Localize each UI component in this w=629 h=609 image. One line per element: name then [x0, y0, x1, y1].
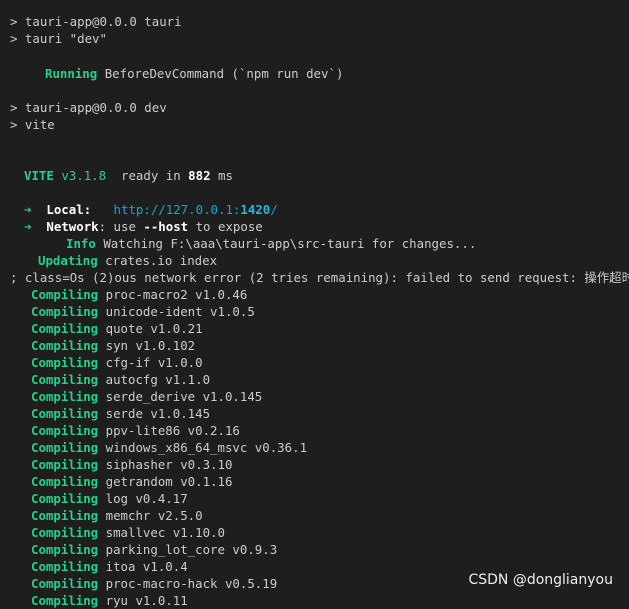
vite-ready-text: ready in — [121, 168, 181, 183]
updating-keyword: Updating — [38, 253, 98, 268]
vite-name: VITE — [24, 168, 54, 183]
compile-row: Compiling getrandom v0.1.16 — [31, 473, 232, 490]
compiling-keyword: Compiling — [31, 559, 99, 574]
vite-version: v3.1.8 — [61, 168, 107, 183]
local-url-suffix: / — [270, 202, 278, 217]
network-text-before: : use — [98, 219, 144, 234]
npm-line-2: > vite — [10, 117, 55, 132]
compile-row: Compiling itoa v1.0.4 — [31, 558, 188, 575]
compile-row: Compiling syn v1.0.102 — [31, 337, 195, 354]
compiling-crate: proc-macro2 v1.0.46 — [105, 287, 248, 302]
compiling-keyword: Compiling — [31, 321, 99, 336]
compiling-crate: serde v1.0.145 — [105, 406, 211, 421]
updating-text: crates.io index — [105, 253, 218, 268]
local-url-link[interactable]: http://127.0.0.1:1420/ — [114, 202, 278, 217]
compiling-keyword: Compiling — [31, 389, 99, 404]
compiling-keyword: Compiling — [31, 304, 99, 319]
compiling-crate: siphasher v0.3.10 — [105, 457, 233, 472]
compiling-keyword: Compiling — [31, 525, 99, 540]
vite-ready-line: VITE v3.1.8 ready in 882 ms — [24, 167, 233, 184]
compiling-keyword: Compiling — [31, 440, 99, 455]
compiling-keyword: Compiling — [31, 576, 99, 591]
compile-row: Compiling serde v1.0.145 — [31, 405, 210, 422]
compiling-crate: unicode-ident v1.0.5 — [105, 304, 255, 319]
compile-row: Compiling ppv-lite86 v0.2.16 — [31, 422, 240, 439]
terminal-line: > tauri "dev" — [10, 30, 107, 47]
header-line-2: > tauri "dev" — [10, 31, 107, 46]
compile-row: Compiling proc-macro2 v1.0.46 — [31, 286, 247, 303]
info-line: Info Watching F:\aaa\tauri-app\src-tauri… — [66, 235, 476, 252]
network-line: ➜ Network: use --host to expose — [24, 218, 263, 235]
compiling-crate: log v0.4.17 — [105, 491, 188, 506]
info-text: Watching F:\aaa\tauri-app\src-tauri for … — [103, 236, 477, 251]
compiling-keyword: Compiling — [31, 457, 99, 472]
compiling-crate: autocfg v1.1.0 — [105, 372, 211, 387]
updating-line: Updating crates.io index — [38, 252, 217, 269]
header-line-1: > tauri-app@0.0.0 tauri — [10, 14, 182, 29]
compiling-crate: syn v1.0.102 — [105, 338, 196, 353]
vite-ms-unit: ms — [218, 168, 233, 183]
running-text: BeforeDevCommand (`npm run dev`) — [104, 66, 344, 81]
compiling-crate: quote v1.0.21 — [105, 321, 203, 336]
compiling-keyword: Compiling — [31, 406, 99, 421]
local-url-prefix: http://127.0.0.1: — [113, 202, 241, 217]
compile-row: Compiling smallvec v1.10.0 — [31, 524, 225, 541]
compiling-keyword: Compiling — [31, 542, 99, 557]
compiling-crate: ppv-lite86 v0.2.16 — [105, 423, 240, 438]
compile-row: Compiling siphasher v0.3.10 — [31, 456, 232, 473]
compiling-keyword: Compiling — [31, 508, 99, 523]
compile-row: Compiling cfg-if v1.0.0 — [31, 354, 203, 371]
terminal-line: > tauri-app@0.0.0 tauri — [10, 13, 182, 30]
compiling-keyword: Compiling — [31, 355, 99, 370]
network-text-after: to expose — [188, 219, 263, 234]
compiling-crate: memchr v2.5.0 — [105, 508, 203, 523]
local-url-port: 1420 — [240, 202, 271, 217]
compile-row: Compiling parking_lot_core v0.9.3 — [31, 541, 277, 558]
compile-row: Compiling ryu v1.0.11 — [31, 592, 188, 609]
compile-row: Compiling windows_x86_64_msvc v0.36.1 — [31, 439, 307, 456]
terminal-line: > vite — [10, 116, 55, 133]
npm-line-1: > tauri-app@0.0.0 dev — [10, 100, 167, 115]
csdn-watermark: CSDN @donglianyou — [468, 572, 613, 588]
terminal-output: > tauri-app@0.0.0 tauri > tauri "dev" Ru… — [0, 0, 629, 608]
vite-ready-ms: 882 — [188, 168, 211, 183]
running-line: Running BeforeDevCommand (`npm run dev`) — [45, 65, 343, 82]
compiling-crate: smallvec v1.10.0 — [105, 525, 225, 540]
compiling-keyword: Compiling — [31, 474, 99, 489]
compiling-crate: getrandom v0.1.16 — [105, 474, 233, 489]
compile-row: Compiling unicode-ident v1.0.5 — [31, 303, 255, 320]
network-flag: --host — [143, 219, 189, 234]
local-url-line: ➜ Local: http://127.0.0.1:1420/ — [24, 201, 278, 218]
compile-row: Compiling log v0.4.17 — [31, 490, 188, 507]
error-text: ; class=Os (2)ous network error (2 tries… — [10, 270, 629, 285]
compiling-crate: parking_lot_core v0.9.3 — [105, 542, 278, 557]
running-keyword: Running — [45, 66, 98, 81]
compiling-crate: itoa v1.0.4 — [105, 559, 188, 574]
compile-row: Compiling proc-macro-hack v0.5.19 — [31, 575, 277, 592]
compiling-crate: windows_x86_64_msvc v0.36.1 — [105, 440, 308, 455]
compiling-keyword: Compiling — [31, 593, 99, 608]
compiling-keyword: Compiling — [31, 423, 99, 438]
compile-row: Compiling quote v1.0.21 — [31, 320, 203, 337]
info-keyword: Info — [66, 236, 96, 251]
error-line: ; class=Os (2)ous network error (2 tries… — [10, 269, 629, 286]
compile-row: Compiling serde_derive v1.0.145 — [31, 388, 262, 405]
compiling-keyword: Compiling — [31, 338, 99, 353]
compiling-crate: serde_derive v1.0.145 — [105, 389, 263, 404]
compiling-crate: cfg-if v1.0.0 — [105, 355, 203, 370]
compile-row: Compiling autocfg v1.1.0 — [31, 371, 210, 388]
terminal-line: > tauri-app@0.0.0 dev — [10, 99, 167, 116]
local-label: Local: — [46, 202, 92, 217]
compiling-crate: proc-macro-hack v0.5.19 — [105, 576, 278, 591]
compiling-keyword: Compiling — [31, 372, 99, 387]
compile-row: Compiling memchr v2.5.0 — [31, 507, 203, 524]
arrow-right-icon: ➜ — [24, 202, 32, 217]
arrow-right-icon: ➜ — [24, 219, 32, 234]
compiling-keyword: Compiling — [31, 287, 99, 302]
compiling-crate: ryu v1.0.11 — [105, 593, 188, 608]
compiling-keyword: Compiling — [31, 491, 99, 506]
network-label: Network — [46, 219, 99, 234]
